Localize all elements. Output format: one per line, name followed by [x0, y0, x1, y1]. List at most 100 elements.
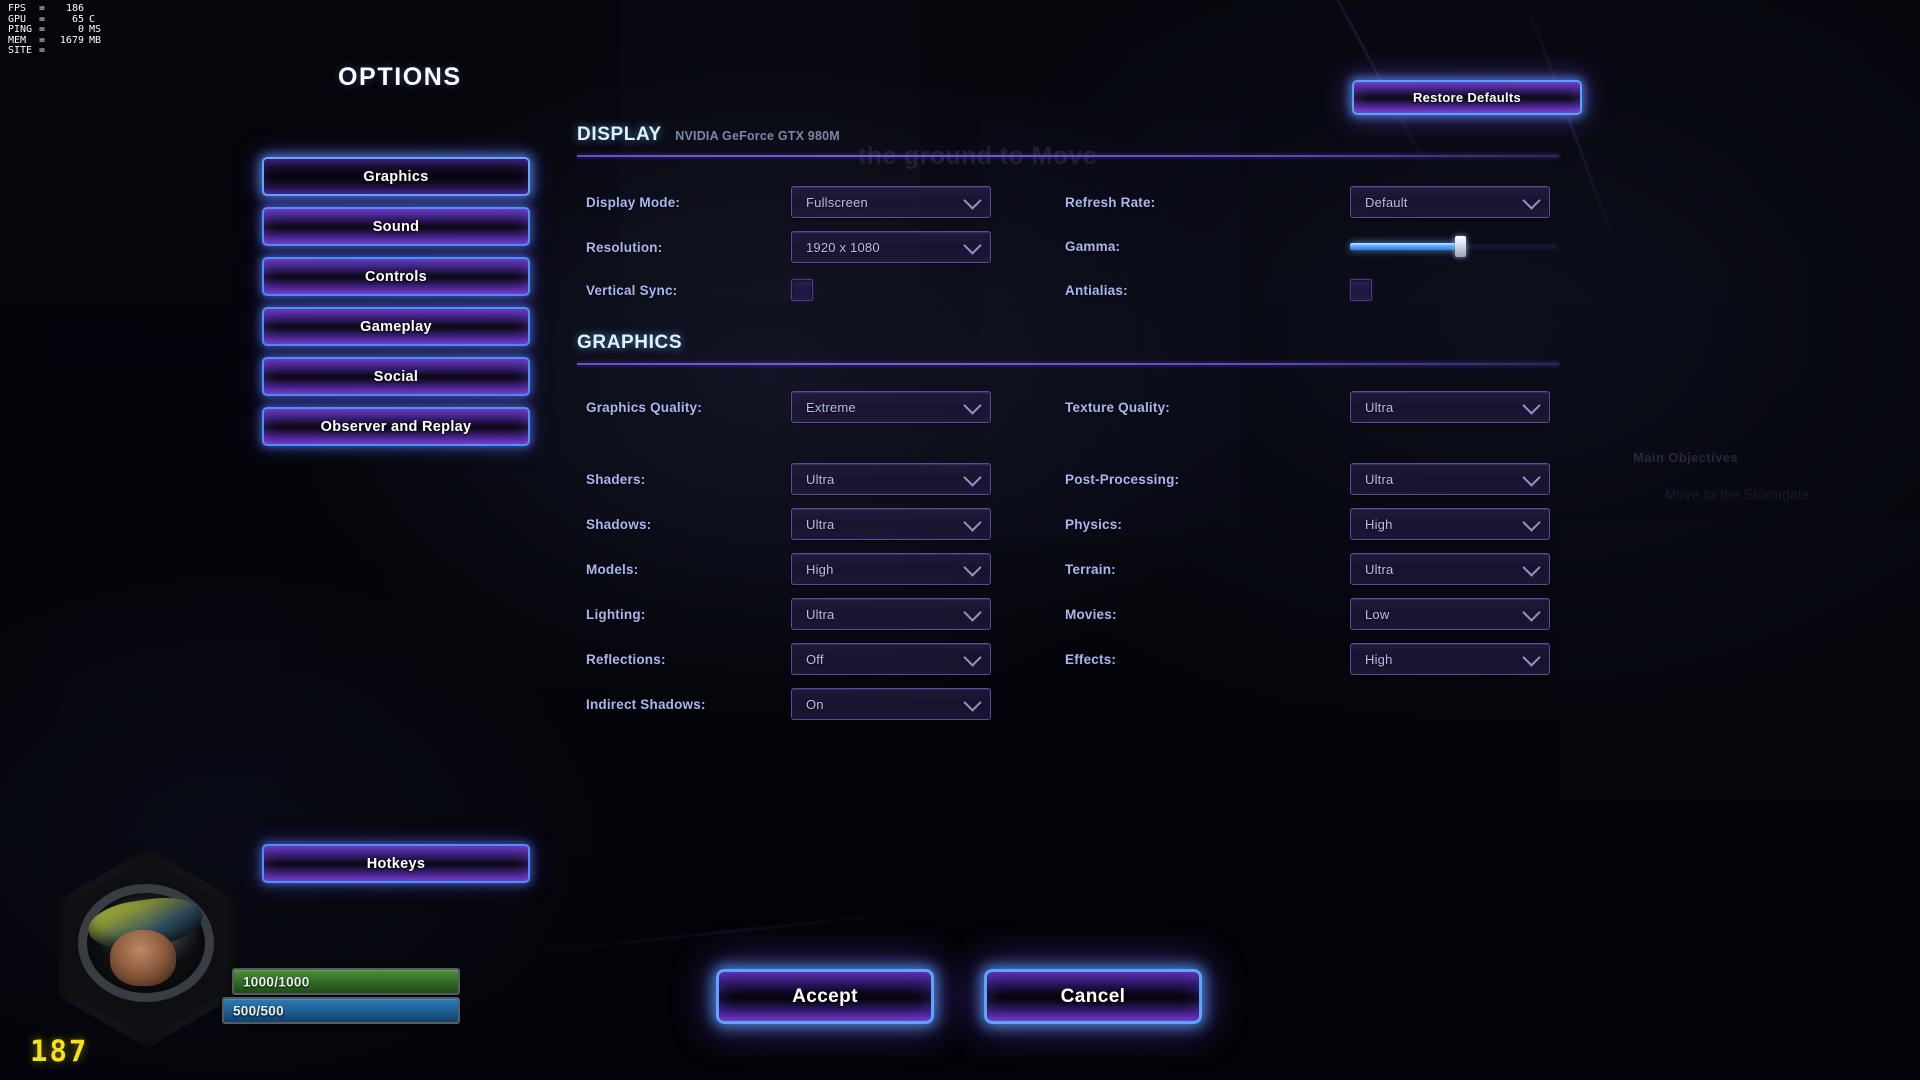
reflections-dropdown[interactable]: Off [791, 643, 991, 675]
sidebar-item-sound[interactable]: Sound [262, 207, 530, 246]
gamma-slider[interactable] [1350, 235, 1558, 257]
cancel-button-label: Cancel [1060, 985, 1126, 1007]
display-mode-label: Display Mode: [586, 194, 681, 210]
shadows-row: Shadows: Ultra [586, 508, 991, 540]
perf-key: PING [8, 24, 33, 35]
chevron-down-icon [963, 693, 982, 712]
supply-counter: 187 [30, 1034, 89, 1068]
terrain-dropdown[interactable]: Ultra [1350, 553, 1550, 585]
graphics-quality-value: Extreme [806, 399, 856, 415]
sidebar-item-label: Social [373, 368, 419, 385]
models-dropdown[interactable]: High [791, 553, 991, 585]
display-mode-row: Display Mode: Fullscreen [586, 186, 991, 218]
resolution-dropdown[interactable]: 1920 x 1080 [791, 231, 991, 263]
indirect-shadows-row: Indirect Shadows: On [586, 688, 991, 720]
movies-value: Low [1365, 606, 1390, 622]
texture-quality-value: Ultra [1365, 399, 1394, 415]
texture-quality-row: Texture Quality: Ultra [1065, 391, 1550, 423]
antialias-checkbox[interactable] [1350, 279, 1372, 301]
restore-defaults-button[interactable]: Restore Defaults [1352, 80, 1582, 115]
reflections-row: Reflections: Off [586, 643, 991, 675]
display-section-title: DISPLAY [577, 124, 662, 145]
vertical-sync-checkbox[interactable] [791, 279, 813, 301]
perf-value: 186 [65, 3, 84, 14]
post-processing-dropdown[interactable]: Ultra [1350, 463, 1550, 495]
background-objective-item: Move to the Stormgate [1665, 487, 1810, 502]
cancel-button[interactable]: Cancel [984, 969, 1202, 1024]
shaders-label: Shaders: [586, 471, 646, 487]
shaders-dropdown[interactable]: Ultra [791, 463, 991, 495]
perf-row: PING = 0 MS [8, 24, 103, 36]
chevron-down-icon [963, 236, 982, 255]
chevron-down-icon [963, 191, 982, 210]
effects-value: High [1365, 651, 1393, 667]
vertical-sync-label: Vertical Sync: [586, 282, 678, 298]
restore-defaults-label: Restore Defaults [1412, 90, 1522, 105]
indirect-shadows-value: On [806, 696, 824, 712]
graphics-quality-dropdown[interactable]: Extreme [791, 391, 991, 423]
terrain-label: Terrain: [1065, 561, 1116, 577]
health-bar: 1000/1000 [232, 968, 460, 995]
shaders-row: Shaders: Ultra [586, 463, 991, 495]
accept-button[interactable]: Accept [716, 969, 934, 1024]
reflections-label: Reflections: [586, 651, 666, 667]
antialias-label: Antialias: [1065, 282, 1128, 298]
antialias-row: Antialias: [1065, 279, 1372, 301]
sidebar-item-controls[interactable]: Controls [262, 257, 530, 296]
health-value: 1000/1000 [243, 974, 310, 989]
refresh-rate-dropdown[interactable]: Default [1350, 186, 1550, 218]
shield-value: 500/500 [233, 1003, 284, 1018]
chevron-down-icon [1522, 648, 1541, 667]
chevron-down-icon [963, 603, 982, 622]
physics-dropdown[interactable]: High [1350, 508, 1550, 540]
section-divider [577, 155, 1559, 157]
sidebar-item-social[interactable]: Social [262, 357, 530, 396]
terrain-value: Ultra [1365, 561, 1394, 577]
sidebar-item-label: Sound [372, 218, 420, 235]
marine-face [110, 930, 176, 986]
lighting-value: Ultra [806, 606, 835, 622]
indirect-shadows-dropdown[interactable]: On [791, 688, 991, 720]
texture-quality-dropdown[interactable]: Ultra [1350, 391, 1550, 423]
movies-dropdown[interactable]: Low [1350, 598, 1550, 630]
sidebar-item-label: Controls [364, 268, 427, 285]
sidebar-item-observer-and-replay[interactable]: Observer and Replay [262, 407, 530, 446]
perf-key: FPS [8, 3, 27, 14]
sidebar-item-graphics[interactable]: Graphics [262, 157, 530, 196]
lighting-dropdown[interactable]: Ultra [791, 598, 991, 630]
hotkeys-button-label: Hotkeys [366, 855, 426, 872]
refresh-rate-label: Refresh Rate: [1065, 194, 1156, 210]
options-screen: the ground to Move Main Objectives Move … [0, 0, 1920, 1080]
shadows-dropdown[interactable]: Ultra [791, 508, 991, 540]
sidebar-nav: Graphics Sound Controls Gameplay Social … [262, 157, 530, 457]
perf-row: SITE = [8, 45, 103, 57]
effects-row: Effects: High [1065, 643, 1550, 675]
shadows-value: Ultra [806, 516, 835, 532]
gamma-slider-handle[interactable] [1455, 236, 1467, 257]
perf-unit [86, 4, 103, 15]
physics-row: Physics: High [1065, 508, 1550, 540]
refresh-rate-value: Default [1365, 194, 1408, 210]
effects-dropdown[interactable]: High [1350, 643, 1550, 675]
perf-key: SITE [8, 45, 33, 56]
models-row: Models: High [586, 553, 991, 585]
graphics-quality-row: Graphics Quality: Extreme [586, 391, 991, 423]
chevron-down-icon [963, 396, 982, 415]
sidebar-item-gameplay[interactable]: Gameplay [262, 307, 530, 346]
effects-label: Effects: [1065, 651, 1117, 667]
perf-unit: MS [89, 24, 102, 35]
chevron-down-icon [1522, 603, 1541, 622]
chevron-down-icon [963, 558, 982, 577]
hotkeys-button[interactable]: Hotkeys [262, 844, 530, 883]
page-title: OPTIONS [338, 63, 462, 91]
perf-unit [86, 46, 103, 57]
reflections-value: Off [806, 651, 824, 667]
perf-value: 1679 [59, 34, 84, 46]
resolution-label: Resolution: [586, 239, 663, 255]
chevron-down-icon [1522, 513, 1541, 532]
perf-eq: = [38, 45, 46, 56]
unit-portrait [58, 848, 236, 1048]
chevron-down-icon [1522, 396, 1541, 415]
models-value: High [806, 561, 834, 577]
display-mode-dropdown[interactable]: Fullscreen [791, 186, 991, 218]
